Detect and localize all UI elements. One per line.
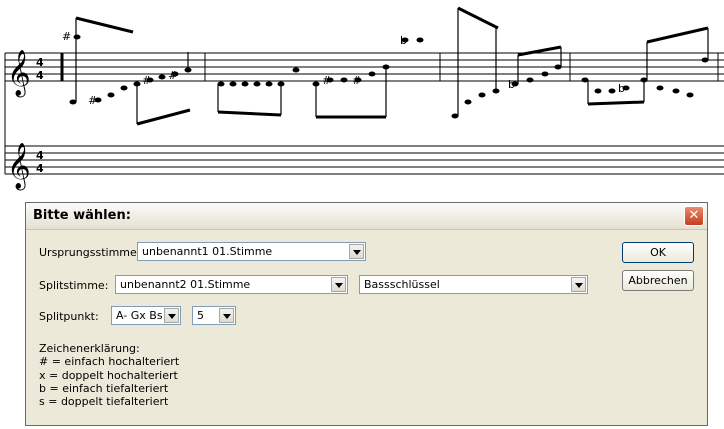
note-stems-beams: [75, 6, 709, 126]
svg-text:#: #: [142, 74, 151, 87]
accidentals: # # # # # # b b b: [62, 30, 625, 107]
time-signature-bottom: 4: [36, 162, 44, 175]
time-signature-top: 4: [36, 149, 44, 162]
clef-value: Bassschlüssel: [364, 278, 440, 291]
split-voice-select[interactable]: unbenannt2 01.Stimme: [115, 275, 348, 294]
dialog-title: Bitte wählen:: [33, 208, 131, 223]
legend-item: x = doppelt hochalteriert: [39, 368, 178, 382]
svg-text:#: #: [88, 94, 97, 107]
treble-clef-icon: 𝄞: [7, 50, 31, 98]
split-octave-select[interactable]: 5: [192, 306, 236, 325]
origin-voice-value: unbenannt1 01.Stimme: [142, 245, 273, 258]
upper-staff: [5, 52, 724, 82]
dialog-titlebar: Bitte wählen: ✕: [26, 203, 707, 230]
svg-text:b: b: [618, 82, 625, 95]
chevron-down-icon[interactable]: [164, 308, 179, 323]
ok-button[interactable]: OK: [622, 242, 694, 263]
legend-item: # = einfach hochalteriert: [39, 355, 180, 369]
chevron-down-icon[interactable]: [571, 277, 586, 292]
legend-item: b = einfach tiefalteriert: [39, 381, 169, 395]
lower-staff: [5, 145, 724, 175]
chevron-down-icon[interactable]: [349, 244, 364, 259]
split-note-value: A- Gx Bs: [116, 309, 163, 322]
svg-text:#: #: [352, 74, 361, 87]
close-icon[interactable]: ✕: [684, 206, 704, 226]
legend-item: s = doppelt tiefalteriert: [39, 395, 169, 409]
cancel-button[interactable]: Abbrechen: [622, 270, 694, 291]
chevron-down-icon[interactable]: [219, 308, 234, 323]
svg-text:#: #: [168, 69, 177, 82]
svg-text:#: #: [62, 30, 71, 43]
choose-dialog: Bitte wählen: ✕ Ursprungsstimme: unbenan…: [25, 202, 708, 426]
time-signature-bottom: 4: [36, 69, 44, 82]
legend-title: Zeichenerklärung:: [39, 342, 140, 355]
chevron-down-icon[interactable]: [331, 277, 346, 292]
svg-text:#: #: [322, 74, 331, 87]
split-voice-value: unbenannt2 01.Stimme: [120, 278, 251, 291]
split-point-label: Splitpunkt:: [39, 310, 99, 323]
treble-clef-icon: 𝄞: [7, 143, 31, 191]
time-signature-top: 4: [36, 56, 44, 69]
legend: Zeichenerklärung: # = einfach hochalteri…: [39, 342, 179, 408]
split-voice-label: Splitstimme:: [39, 279, 109, 292]
origin-voice-label: Ursprungsstimme:: [39, 246, 141, 259]
origin-voice-select[interactable]: unbenannt1 01.Stimme: [137, 242, 366, 261]
split-octave-value: 5: [197, 309, 204, 322]
svg-text:b: b: [400, 34, 407, 47]
clef-select[interactable]: Bassschlüssel: [359, 275, 588, 294]
note-heads: [69, 34, 709, 119]
svg-text:b: b: [508, 78, 515, 91]
split-note-select[interactable]: A- Gx Bs: [111, 306, 181, 325]
